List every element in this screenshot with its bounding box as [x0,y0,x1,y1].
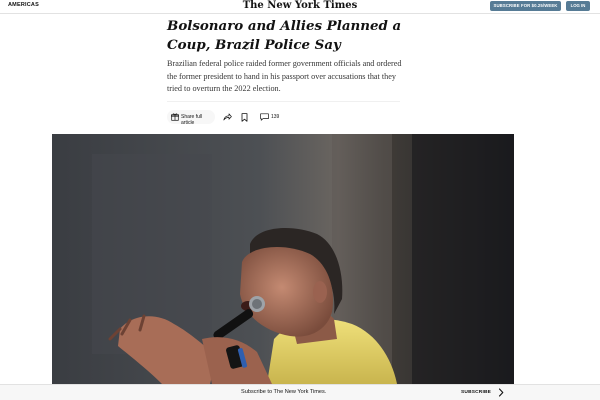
gift-icon [171,113,179,121]
divider [167,101,400,102]
article-headline: Bolsonaro and Allies Planned a Coup, Bra… [167,18,402,53]
edition-link[interactable]: AMERICAS [8,2,39,8]
bookmark-icon[interactable] [241,112,248,122]
subscribe-banner: Subscribe to The New York Times. SUBSCRI… [0,384,600,400]
comment-count: 139 [271,113,280,120]
share-full-article-button[interactable]: Share full article [167,110,215,126]
banner-text: Subscribe to The New York Times. [241,389,327,395]
share-label: Share full article [181,113,203,126]
login-button[interactable]: LOG IN [566,1,590,11]
banner-subscribe-button[interactable]: SUBSCRIBE [461,390,491,395]
nyt-logo[interactable]: The New York Times [240,0,360,12]
article-summary: Brazilian federal police raided former g… [167,59,402,93]
share-icon[interactable] [223,113,232,121]
share-tools: Share full article 139 [167,110,407,126]
lead-photo [52,134,514,384]
photo-illustration [52,134,514,384]
top-bar: AMERICAS The New York Times SUBSCRIBE FO… [0,0,600,14]
comment-icon [260,113,269,121]
subscribe-button[interactable]: SUBSCRIBE FOR $0.25/WEEK [490,1,561,11]
chevron-right-icon[interactable] [498,388,504,397]
comments-button[interactable]: 139 [257,110,283,124]
